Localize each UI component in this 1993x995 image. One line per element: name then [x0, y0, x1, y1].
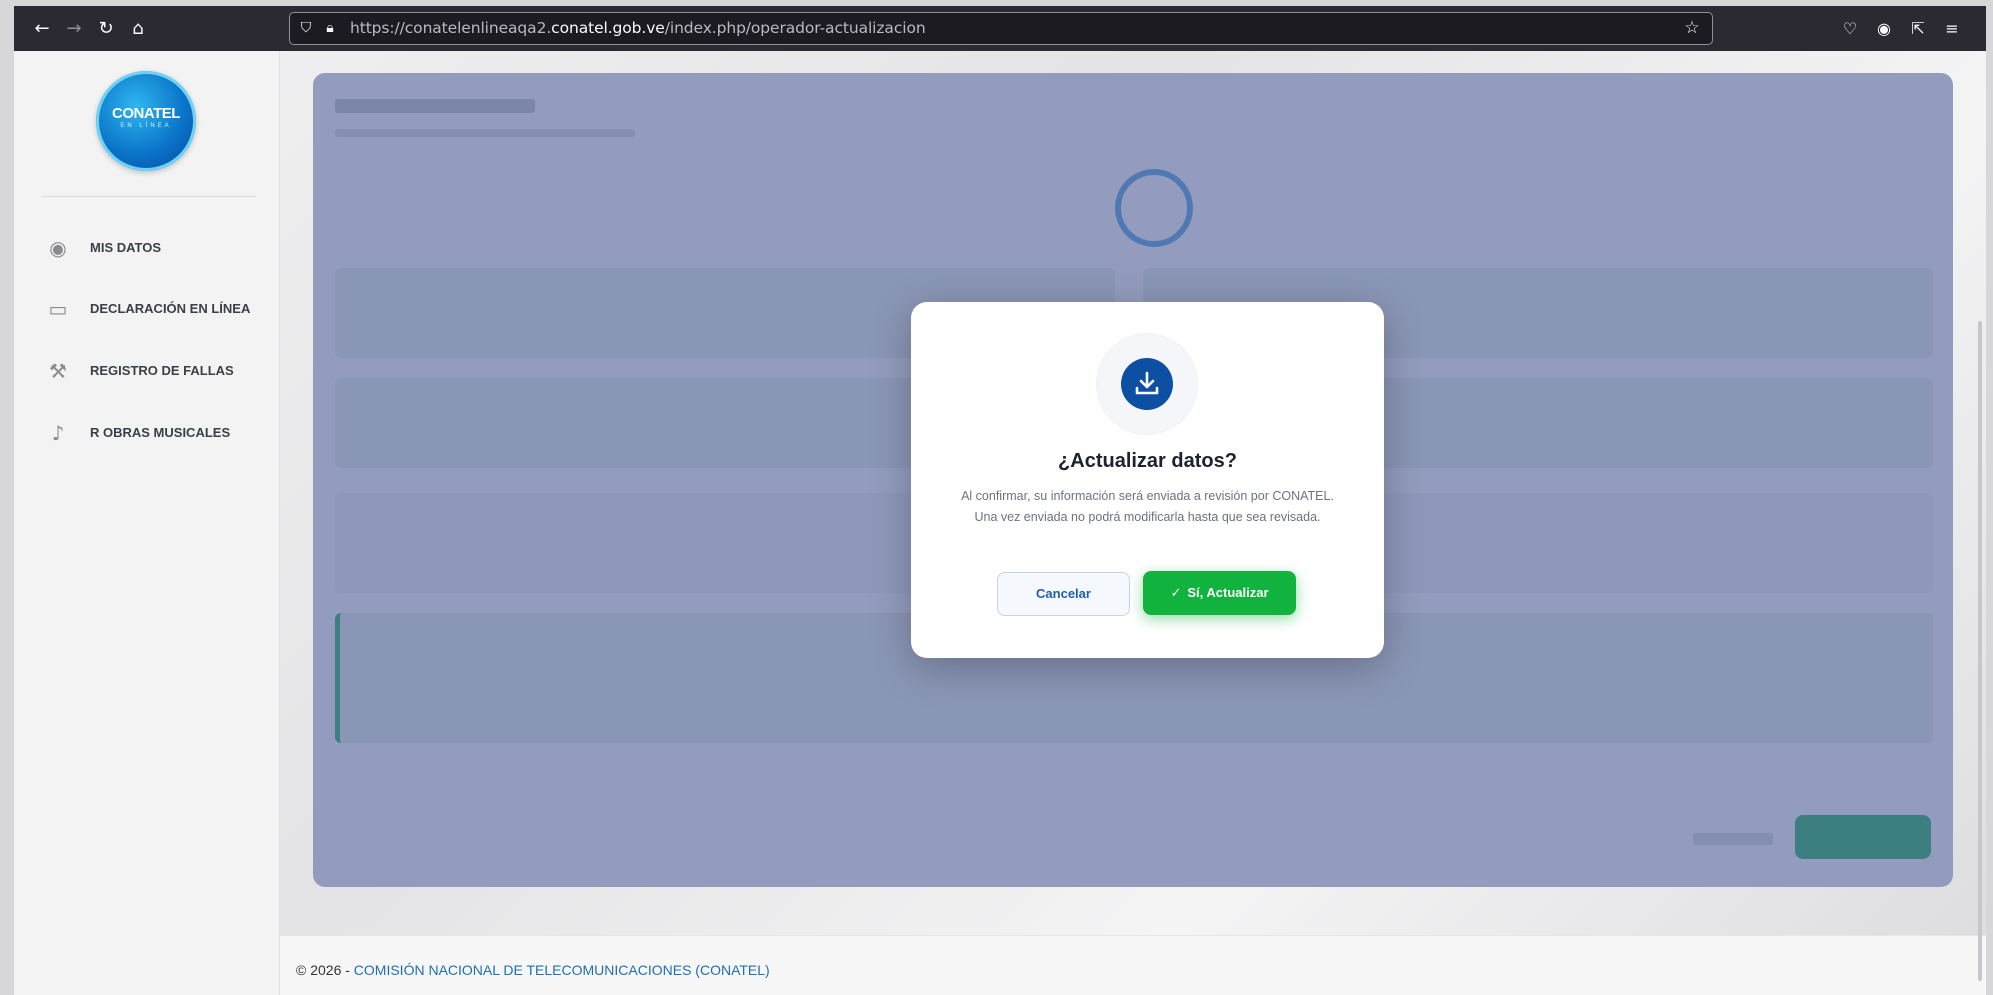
conatel-logo[interactable]: CONATEL EN LÍNEA: [96, 71, 196, 171]
sidebar-item-label: REGISTRO DE FALLAS: [90, 363, 234, 378]
reload-icon[interactable]: ↻: [92, 15, 120, 43]
lock-icon[interactable]: 🔒︎: [320, 18, 340, 38]
footer-org-link[interactable]: COMISIÓN NACIONAL DE TELECOMUNICACIONES …: [354, 962, 770, 978]
pocket-icon[interactable]: ♡: [1836, 15, 1864, 43]
logo-text: CONATEL: [112, 105, 180, 122]
forward-arrow-icon[interactable]: →: [60, 15, 88, 43]
user-circle-icon: ◉: [49, 236, 67, 260]
footer-text: © 2026 - COMISIÓN NACIONAL DE TELECOMUNI…: [296, 962, 770, 978]
sidebar-item-label: DECLARACIÓN EN LÍNEA: [90, 301, 251, 316]
url-text[interactable]: https://conatelenlineaqa2.conatel.gob.ve…: [350, 19, 926, 37]
sidebar-divider: [42, 196, 256, 197]
confirm-dialog: ¿Actualizar datos? Al confirmar, su info…: [911, 302, 1384, 658]
logo-subtext: EN LÍNEA: [120, 123, 172, 129]
footer: © 2026 - COMISIÓN NACIONAL DE TELECOMUNI…: [280, 935, 1986, 995]
page-scrollbar[interactable]: [1978, 321, 1982, 981]
dialog-message: Al confirmar, su información será enviad…: [961, 489, 1334, 524]
dialog-title: ¿Actualizar datos?: [1058, 450, 1237, 472]
sidebar-item-declaracion[interactable]: ▭ DECLARACIÓN EN LÍNEA: [44, 294, 274, 324]
confirm-label: Sí, Actualizar: [1187, 585, 1269, 600]
shield-icon[interactable]: ⛉: [296, 18, 316, 38]
menu-hamburger-icon[interactable]: ≡: [1938, 15, 1966, 43]
account-icon[interactable]: ◉: [1870, 15, 1898, 43]
home-icon[interactable]: ⌂: [124, 15, 152, 43]
wrench-icon: ⚒: [49, 359, 67, 383]
browser-window: ← → ↻ ⌂ ⛉ 🔒︎ https://conatelenlineaqa2.c…: [14, 6, 1986, 995]
sidebar-item-label: R OBRAS MUSICALES: [90, 425, 231, 440]
cancel-button[interactable]: Cancelar: [997, 572, 1130, 616]
bookmark-star-icon[interactable]: ☆: [1682, 18, 1702, 38]
sidebar-item-registro-fallas[interactable]: ⚒ REGISTRO DE FALLAS: [44, 356, 274, 386]
sidebar-item-obras-musicales[interactable]: ♪ R OBRAS MUSICALES: [44, 418, 274, 448]
extensions-icon[interactable]: ⇱: [1904, 15, 1932, 43]
dialog-icon-ring: [1097, 334, 1197, 434]
check-icon: ✓: [1170, 586, 1182, 601]
back-arrow-icon[interactable]: ←: [28, 15, 56, 43]
browser-toolbar: ← → ↻ ⌂ ⛉ 🔒︎ https://conatelenlineaqa2.c…: [14, 6, 1986, 51]
sidebar: CONATEL EN LÍNEA ◉ MIS DATOS ▭ DECLARACI…: [14, 51, 280, 995]
confirm-update-button[interactable]: ✓ Sí, Actualizar: [1143, 571, 1296, 615]
address-bar[interactable]: ⛉ 🔒︎ https://conatelenlineaqa2.conatel.g…: [289, 12, 1713, 45]
sidebar-item-label: MIS DATOS: [90, 240, 162, 255]
laptop-icon: ▭: [48, 297, 68, 321]
download-icon: [1121, 358, 1173, 410]
sidebar-item-mis-datos[interactable]: ◉ MIS DATOS: [44, 233, 274, 263]
music-note-icon: ♪: [51, 421, 65, 445]
